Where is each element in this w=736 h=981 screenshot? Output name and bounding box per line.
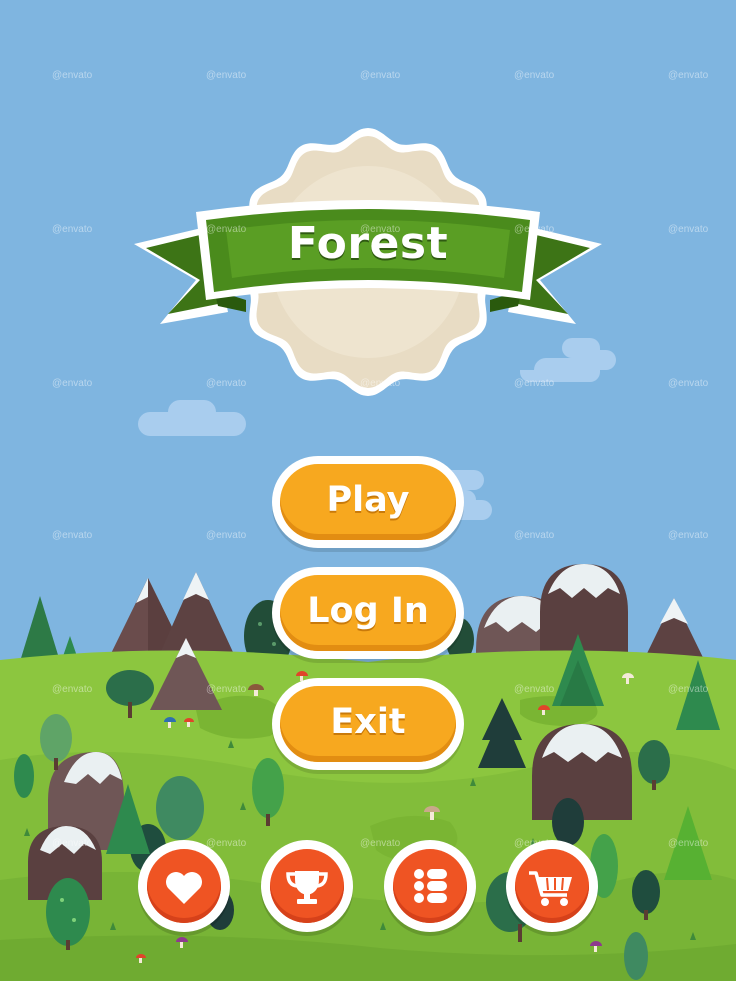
bush-tree [156,776,204,840]
bush-tree [624,932,648,980]
watermark-text: @envato [52,530,93,541]
watermark-text: @envato [52,224,93,235]
watermark-text: @envato [514,684,555,695]
watermark-text: @envato [668,70,709,81]
watermark-text: @envato [514,70,555,81]
favorites-button[interactable] [138,840,230,932]
shop-button[interactable] [506,840,598,932]
watermark-text: @envato [668,684,709,695]
bush-tree [552,798,584,846]
login-button-label: Log In [307,591,429,631]
watermark-text: @envato [206,684,247,695]
menu-list-button[interactable] [384,840,476,932]
watermark-text: @envato [668,224,709,235]
watermark-text: @envato [52,378,93,389]
watermark-text: @envato [52,70,93,81]
list-icon [414,869,447,903]
trophy-icon [286,871,328,904]
cart-icon [529,871,572,906]
watermark-text: @envato [52,838,93,849]
watermark-text: @envato [206,838,247,849]
mountain [532,724,632,820]
login-button[interactable]: Log In [272,567,464,659]
exit-button-label: Exit [330,702,406,742]
watermark-text: @envato [52,684,93,695]
watermark-text: @envato [206,378,247,389]
bush-tree [14,754,34,798]
watermark-text: @envato [514,530,555,541]
game-title: Forest [287,218,449,269]
achievements-button[interactable] [261,840,353,932]
play-button[interactable]: Play [272,456,464,548]
watermark-text: @envato [206,530,247,541]
watermark-text: @envato [360,838,401,849]
watermark-text: @envato [360,70,401,81]
watermark-text: @envato [206,70,247,81]
watermark-text: @envato [360,378,401,389]
watermark-text: @envato [668,838,709,849]
heart-icon [166,872,202,904]
watermark-text: @envato [668,378,709,389]
watermark-text: @envato [514,224,555,235]
game-screen: @envato @envato @envato @envato @envato @enva… [0,0,736,981]
exit-button[interactable]: Exit [272,678,464,770]
watermark-text: @envato [668,530,709,541]
play-button-label: Play [326,480,410,520]
watermark-text: @envato [514,378,555,389]
